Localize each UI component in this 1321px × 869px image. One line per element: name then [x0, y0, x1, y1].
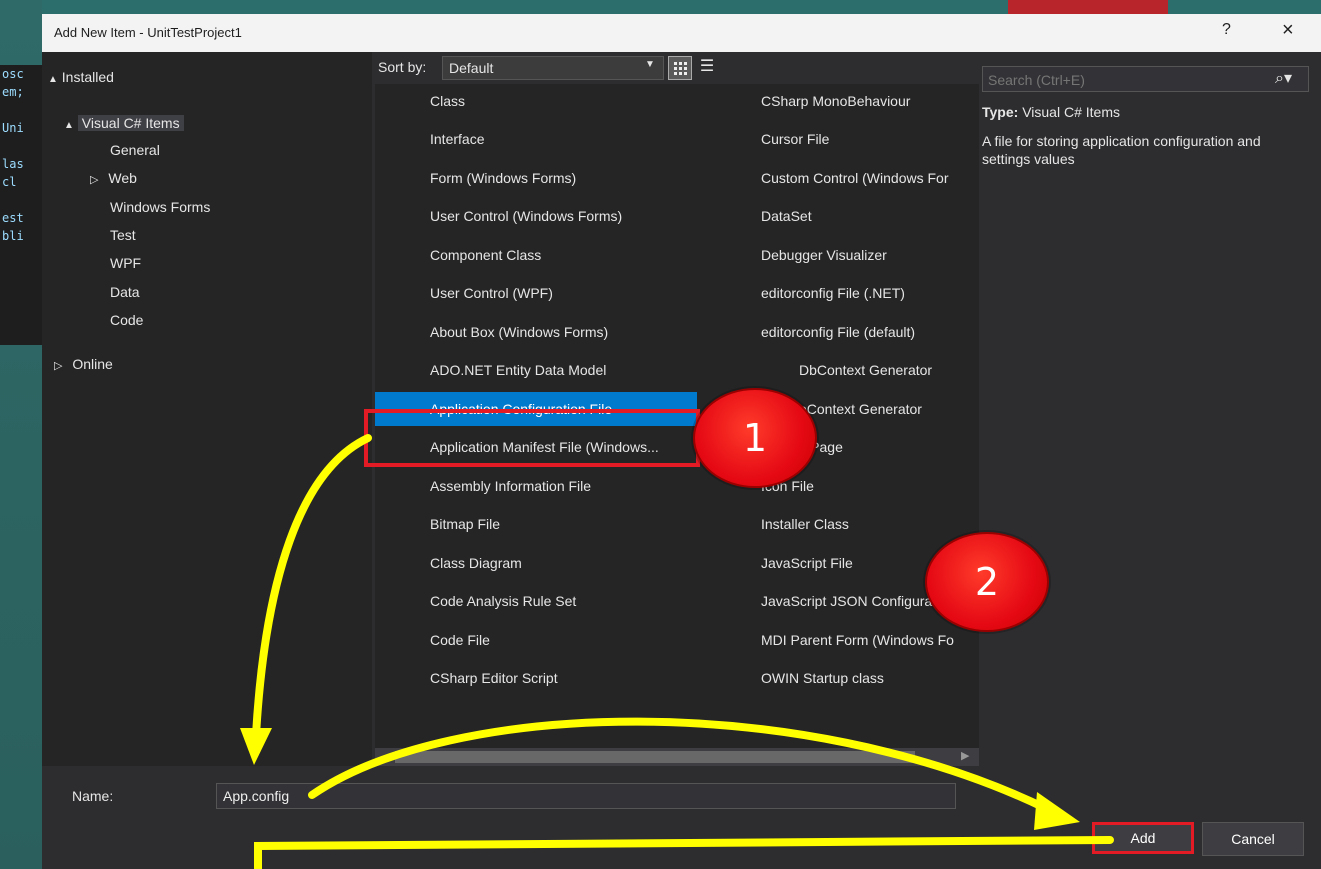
list-item[interactable]: Cursor File	[761, 122, 979, 156]
code-line: est	[2, 211, 24, 225]
list-item[interactable]: Custom Control (Windows For	[761, 161, 979, 195]
step-2-badge: 2	[925, 532, 1049, 632]
search-input[interactable]	[986, 69, 1270, 90]
list-item[interactable]: User Control (Windows Forms)	[430, 199, 695, 233]
item-description: A file for storing application configura…	[982, 133, 1261, 167]
list-item[interactable]: editorconfig File (default)	[761, 315, 979, 349]
type-label: Type:	[982, 104, 1019, 120]
list-view-icon[interactable]: ☰	[696, 56, 718, 78]
sort-toolbar: Sort by: Default ▼ ☰	[372, 52, 977, 84]
scroll-right-icon[interactable]: ▶	[961, 749, 969, 762]
collapsed-icon[interactable]: ▷	[54, 360, 62, 372]
medium-icons-view-icon[interactable]	[668, 56, 692, 80]
list-item[interactable]: MDI Parent Form (Windows Fo	[761, 623, 979, 657]
list-item[interactable]: About Box (Windows Forms)	[430, 315, 695, 349]
tree-item-windows-forms[interactable]: Windows Forms	[110, 199, 210, 215]
dialog-titlebar: Add New Item - UnitTestProject1 ? ×	[42, 14, 1321, 52]
tree-item-installed[interactable]: ▲ Installed	[48, 69, 114, 85]
code-line: Uni	[2, 121, 24, 135]
tree-item-online[interactable]: ▷ Online	[54, 356, 113, 372]
tree-item-general[interactable]: General	[110, 142, 160, 158]
item-templates-list: Class Interface Form (Windows Forms) Use…	[375, 84, 979, 764]
list-item[interactable]: Form (Windows Forms)	[430, 161, 695, 195]
list-item[interactable]: Application Manifest File (Windows...	[430, 430, 695, 464]
list-item[interactable]: Code File	[430, 623, 695, 657]
tree-item-code[interactable]: Code	[110, 312, 143, 328]
list-item[interactable]: CSharp Editor Script	[430, 661, 695, 695]
search-box[interactable]: ⌕▾	[982, 66, 1309, 92]
list-item[interactable]: Class	[430, 84, 695, 118]
code-line: cl	[2, 175, 17, 189]
list-item[interactable]: DbContext Generator	[799, 353, 1017, 387]
step-1-badge: 1	[693, 388, 817, 488]
list-item[interactable]: Assembly Information File	[430, 469, 695, 503]
background-code-editor: osc em; Uni las cl est bli	[0, 65, 42, 345]
collapsed-icon[interactable]: ▷	[90, 174, 98, 186]
code-line: bli	[2, 229, 24, 243]
expand-icon[interactable]: ▲	[64, 120, 74, 131]
sort-dropdown[interactable]: Default ▼	[442, 56, 664, 80]
help-button[interactable]: ?	[1222, 21, 1231, 39]
list-item[interactable]: oContext Generator	[799, 392, 1017, 426]
list-item[interactable]: Class Diagram	[430, 546, 695, 580]
name-label: Name:	[72, 788, 114, 804]
list-item[interactable]: Code Analysis Rule Set	[430, 584, 695, 618]
name-bar: Name: Add Cancel	[42, 766, 1321, 869]
add-button[interactable]: Add	[1092, 822, 1194, 854]
add-new-item-dialog: Add New Item - UnitTestProject1 ? × ▲ In…	[42, 14, 1321, 869]
list-item[interactable]: editorconfig File (.NET)	[761, 276, 979, 310]
list-item[interactable]: DataSet	[761, 199, 979, 233]
code-line: las	[2, 157, 24, 171]
type-value: Visual C# Items	[1022, 104, 1120, 120]
expand-icon[interactable]: ▲	[48, 74, 58, 85]
close-button[interactable]: ×	[1282, 19, 1294, 42]
list-item[interactable]: Bitmap File	[430, 507, 695, 541]
list-item[interactable]: Installer Class	[761, 507, 979, 541]
list-item-selected[interactable]: Application Configuration File	[375, 392, 697, 426]
tree-item-wpf[interactable]: WPF	[110, 255, 141, 271]
code-line: osc	[2, 67, 24, 81]
tree-item-web[interactable]: ▷ Web	[90, 170, 137, 186]
tree-item-visual-csharp[interactable]: ▲ Visual C# Items	[64, 115, 184, 131]
dialog-title: Add New Item - UnitTestProject1	[54, 25, 242, 40]
list-item[interactable]: ADO.NET Entity Data Model	[430, 353, 695, 387]
horizontal-scrollbar[interactable]: ▶	[375, 748, 979, 766]
name-field[interactable]	[216, 783, 956, 809]
list-item[interactable]: Component Class	[430, 238, 695, 272]
tree-item-test[interactable]: Test	[110, 227, 136, 243]
scrollbar-thumb[interactable]	[395, 751, 915, 763]
list-item[interactable]: Interface	[430, 122, 695, 156]
chevron-down-icon: ▼	[645, 59, 655, 70]
cancel-button[interactable]: Cancel	[1202, 822, 1304, 856]
item-info-panel: Type: Visual C# Items A file for storing…	[982, 104, 1312, 168]
sort-value: Default	[449, 60, 494, 76]
list-item[interactable]: OWIN Startup class	[761, 661, 979, 695]
code-line: em;	[2, 85, 24, 99]
list-item[interactable]: L Page	[799, 430, 1017, 464]
list-item[interactable]: Debugger Visualizer	[761, 238, 979, 272]
tree-item-data[interactable]: Data	[110, 284, 140, 300]
background-red-highlight	[1008, 0, 1168, 14]
template-tree: ▲ Installed ▲ Visual C# Items General ▷ …	[42, 52, 372, 772]
list-item[interactable]: CSharp MonoBehaviour	[761, 84, 979, 118]
list-item[interactable]: User Control (WPF)	[430, 276, 695, 310]
sort-label: Sort by:	[378, 59, 427, 75]
search-icon[interactable]: ⌕▾	[1275, 68, 1292, 88]
